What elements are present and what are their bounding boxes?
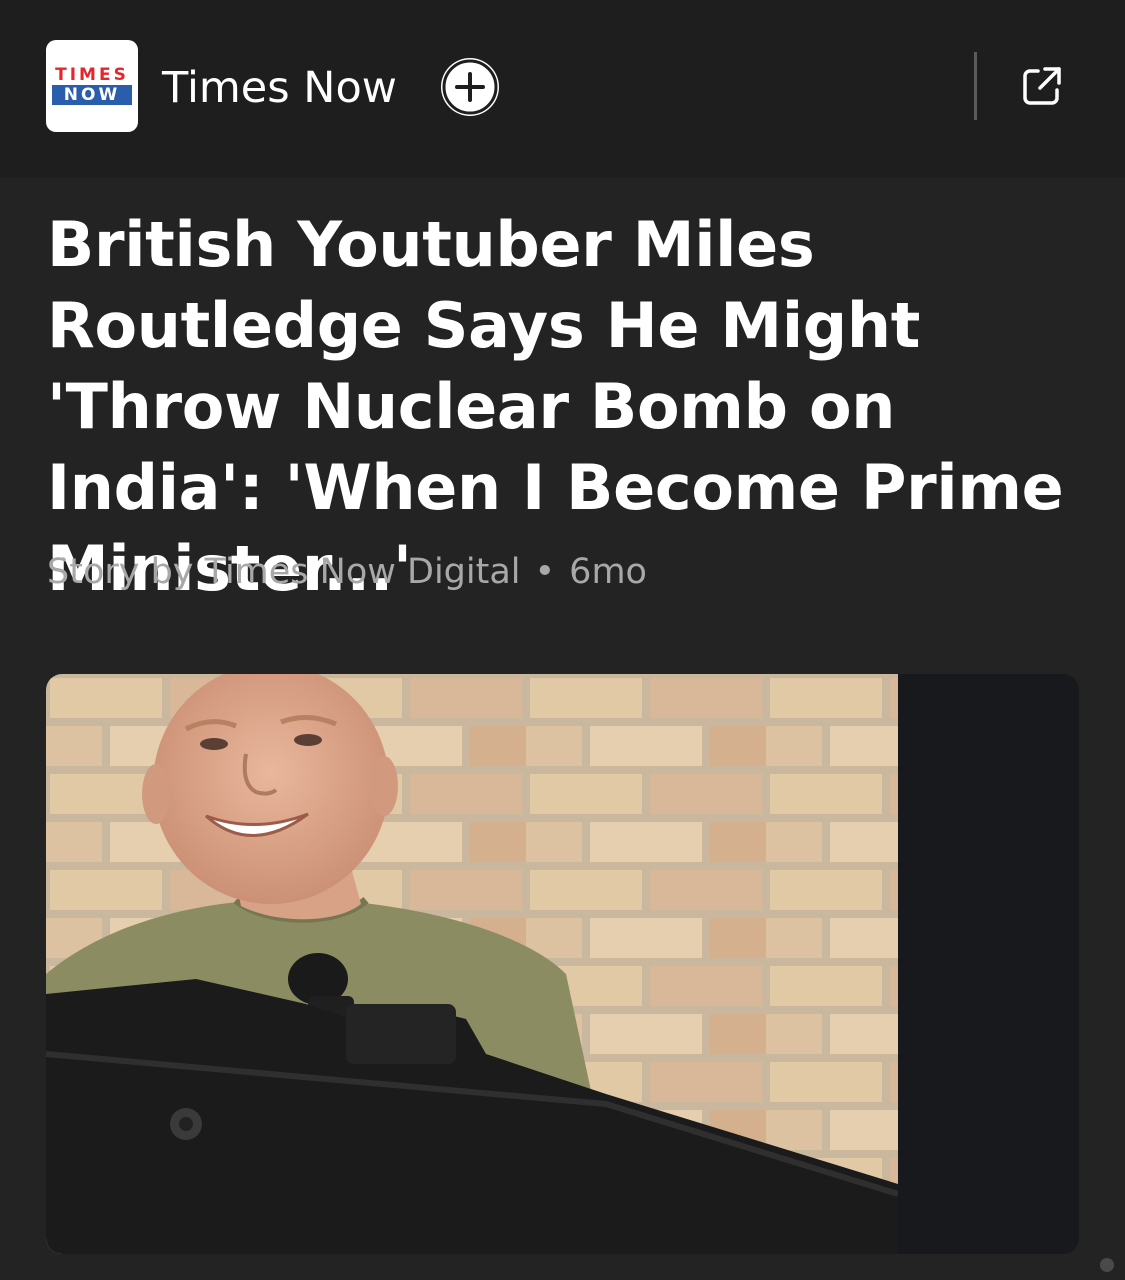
photo-man-with-rifle	[46, 674, 898, 1254]
logo-text-times: TIMES	[55, 65, 129, 85]
byline-age: 6mo	[569, 552, 647, 592]
logo-text-now: NOW	[52, 85, 132, 105]
source-name[interactable]: Times Now	[162, 60, 397, 116]
plus-icon	[442, 59, 498, 115]
open-in-browser-button[interactable]	[1018, 62, 1066, 110]
feedback-icon[interactable]	[1100, 1258, 1114, 1272]
byline-author: Story by Times Now Digital	[47, 552, 521, 592]
follow-button[interactable]	[441, 58, 499, 116]
article-byline: Story by Times Now Digital • 6mo	[47, 546, 847, 598]
source-header: TIMES NOW Times Now	[0, 0, 1125, 178]
article-image[interactable]	[46, 674, 1079, 1254]
external-link-icon	[1023, 67, 1061, 105]
header-divider	[974, 52, 977, 120]
byline-separator: •	[534, 552, 556, 592]
times-now-logo[interactable]: TIMES NOW	[46, 40, 138, 132]
